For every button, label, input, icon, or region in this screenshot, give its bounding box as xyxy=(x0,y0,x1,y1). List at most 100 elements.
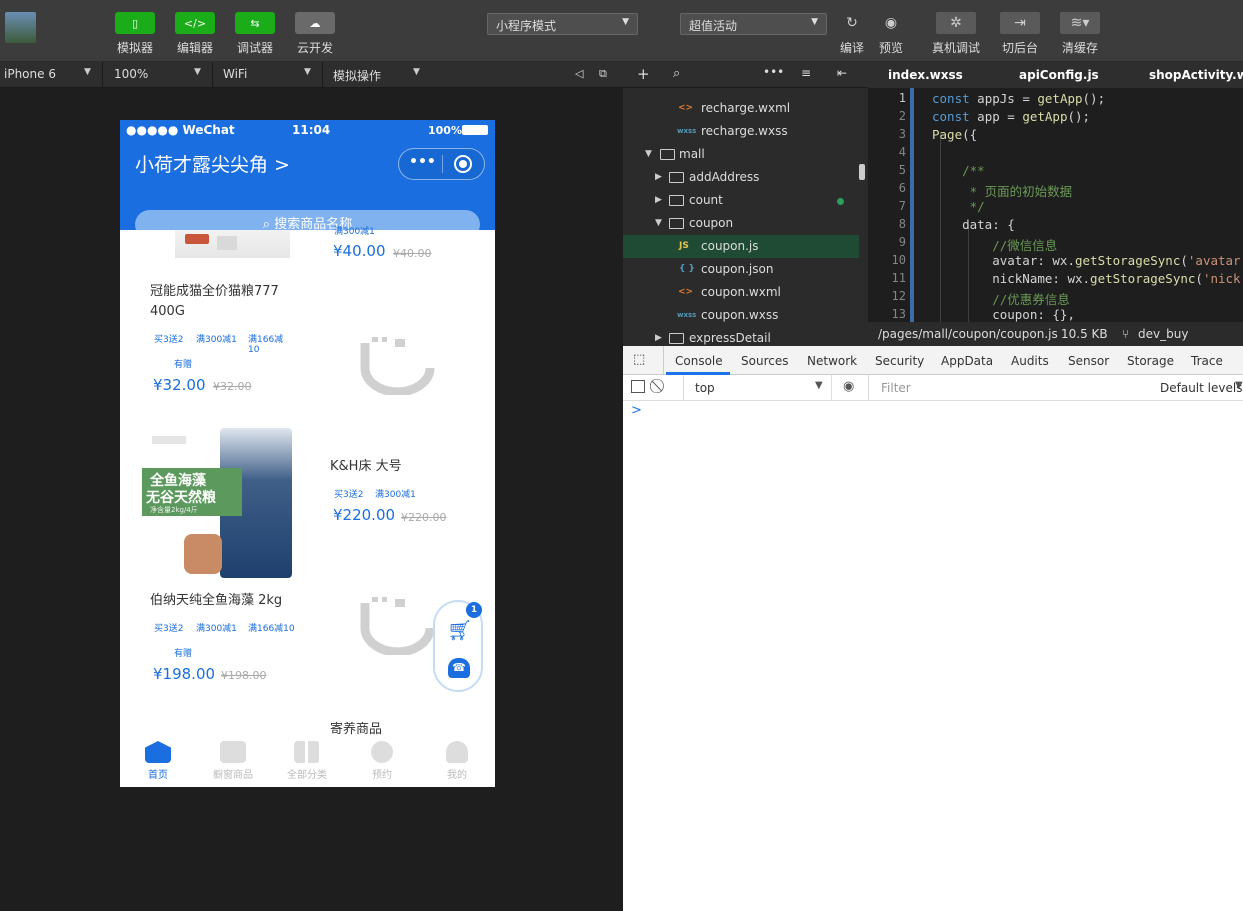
folder-icon xyxy=(669,333,684,344)
chevron-down-icon: ▼ xyxy=(304,67,311,77)
chevron-right-icon: ▶ xyxy=(655,195,662,205)
tree-folder-mall[interactable]: ▼ mall xyxy=(623,143,859,166)
folder-open-icon xyxy=(669,218,684,229)
battery-icon xyxy=(462,125,488,135)
compile-mode-select[interactable]: 超值活动 ▼ xyxy=(680,13,827,35)
device-select[interactable]: iPhone 6 xyxy=(4,67,56,81)
tab-storage[interactable]: Storage xyxy=(1127,354,1174,368)
clear-cache-button[interactable]: ≋▾ 清缓存 xyxy=(1060,12,1100,56)
filter-input[interactable]: Filter xyxy=(881,381,911,395)
product-name[interactable]: K&H床 大号 xyxy=(330,457,402,477)
json-file-icon: { } xyxy=(679,264,695,274)
promo-tag: 有赠 xyxy=(174,360,193,370)
sort-icon[interactable]: ≡ xyxy=(801,66,811,80)
wxss-file-icon: wxss xyxy=(677,311,697,319)
layers-icon: ≋▾ xyxy=(1060,12,1100,34)
tree-scrollbar[interactable] xyxy=(859,164,865,180)
chevron-down-icon: ▼ xyxy=(413,67,420,77)
tree-item-recharge-wxss[interactable]: wxss recharge.wxss xyxy=(623,120,859,143)
tab-categories[interactable]: 全部分类 xyxy=(277,741,337,781)
tab-apiconfig-js[interactable]: apiConfig.js xyxy=(1019,68,1099,82)
tab-booking[interactable]: 预约 xyxy=(352,741,412,781)
popout-icon[interactable]: ⧉ xyxy=(599,67,607,81)
tree-folder-count[interactable]: ▶ count xyxy=(623,189,859,212)
tab-bar: 首页 橱窗商品 全部分类 预约 我的 xyxy=(120,737,495,787)
user-icon xyxy=(446,741,468,763)
tree-folder-addaddress[interactable]: ▶ addAddress xyxy=(623,166,859,189)
devtools-tabs: ⬚ Console Sources Network Security AppDa… xyxy=(623,346,1243,375)
debug-icon: ⇆ xyxy=(235,12,275,34)
placeholder-image-icon xyxy=(360,335,435,397)
tab-home[interactable]: 首页 xyxy=(128,741,188,781)
remote-debug-button[interactable]: ✲ 真机调试 xyxy=(932,12,980,56)
sidebar-toggle-icon[interactable] xyxy=(631,380,645,393)
volume-icon[interactable]: ◁ xyxy=(575,67,583,80)
tree-item-coupon-js[interactable]: JS coupon.js xyxy=(623,235,859,258)
tab-shopactivity-wxs[interactable]: shopActivity.wxs xyxy=(1149,68,1243,82)
code-icon: </> xyxy=(175,12,215,34)
product-card[interactable]: 冠能成猫全价猫粮777 400G xyxy=(150,282,300,322)
wxml-file-icon: <> xyxy=(678,287,694,297)
tab-mine[interactable]: 我的 xyxy=(427,741,487,781)
tree-item-coupon-json[interactable]: { } coupon.json xyxy=(623,258,859,281)
editor-button[interactable]: </> 编辑器 xyxy=(174,12,216,56)
search-icon[interactable]: ⌕ xyxy=(673,66,680,81)
page-title[interactable]: 小荷才露尖尖角 > xyxy=(135,150,290,177)
context-select[interactable]: top xyxy=(695,381,715,395)
tab-audits[interactable]: Audits xyxy=(1011,354,1049,368)
promo-tag: 满166减10 xyxy=(248,624,295,634)
console-prompt[interactable]: > xyxy=(631,403,642,418)
tab-showcase[interactable]: 橱窗商品 xyxy=(203,741,263,781)
cloud-dev-button[interactable]: ☁ 云开发 xyxy=(294,12,336,56)
placeholder-image-icon xyxy=(360,595,435,657)
tree-folder-coupon[interactable]: ▼ coupon xyxy=(623,212,859,235)
promo-tag: 买3送2 xyxy=(154,624,184,634)
close-capsule-icon[interactable] xyxy=(454,155,472,173)
switch-icon: ⇥ xyxy=(1000,12,1040,34)
tab-security[interactable]: Security xyxy=(875,354,924,368)
add-icon[interactable]: + xyxy=(637,65,650,83)
more-icon[interactable]: ••• xyxy=(409,154,436,170)
cart-icon[interactable]: 🛒︎ xyxy=(447,618,472,642)
log-levels-select[interactable]: Default levels xyxy=(1160,381,1242,395)
tab-index-wxss[interactable]: index.wxss xyxy=(888,68,963,82)
tab-console[interactable]: Console xyxy=(675,354,723,368)
branch-icon: ⑂ xyxy=(1122,327,1130,341)
more-icon[interactable]: ••• xyxy=(763,65,784,79)
chevron-down-icon: ▼ xyxy=(811,17,818,27)
git-branch[interactable]: dev_buy xyxy=(1138,327,1188,341)
tree-item-coupon-wxss[interactable]: wxss coupon.wxss xyxy=(623,304,859,327)
promo-tag: 满300减1 xyxy=(196,335,237,345)
tab-sensor[interactable]: Sensor xyxy=(1068,354,1109,368)
promo-tag: 买3送2 xyxy=(154,335,184,345)
simulator-button[interactable]: ▯ 模拟器 xyxy=(114,12,156,56)
eye-icon[interactable]: ◉ xyxy=(843,379,854,394)
tree-item-coupon-wxml[interactable]: <> coupon.wxml xyxy=(623,281,859,304)
tree-item-recharge-wxml[interactable]: <> recharge.wxml xyxy=(623,97,859,120)
mode-select[interactable]: 小程序模式 ▼ xyxy=(487,13,638,35)
promo-tag: 满300减1 xyxy=(196,624,237,634)
preview-button[interactable]: ◉ 预览 xyxy=(871,12,911,56)
phone-call-icon[interactable]: ☎ xyxy=(448,658,470,678)
promo-tag: 满166减10 xyxy=(248,335,284,355)
background-button[interactable]: ⇥ 切后台 xyxy=(1000,12,1040,56)
project-avatar[interactable] xyxy=(5,12,36,43)
tab-sources[interactable]: Sources xyxy=(741,354,788,368)
clock-icon xyxy=(371,741,393,763)
collapse-icon[interactable]: ⇤ xyxy=(837,66,847,80)
product-name[interactable]: 伯纳天纯全鱼海藻 2kg xyxy=(150,591,282,611)
folder-open-icon xyxy=(660,149,675,160)
product-image xyxy=(175,230,290,258)
debugger-button[interactable]: ⇆ 调试器 xyxy=(234,12,276,56)
tab-appdata[interactable]: AppData xyxy=(941,354,993,368)
zoom-select[interactable]: 100% xyxy=(114,67,148,81)
code-editor[interactable]: 1 const appJs = getApp(); 2 const app = … xyxy=(868,88,1243,322)
inspect-icon[interactable]: ⬚ xyxy=(633,352,645,367)
folder-icon xyxy=(669,195,684,206)
tab-network[interactable]: Network xyxy=(807,354,857,368)
chevron-right-icon: ▶ xyxy=(655,172,662,182)
chevron-down-icon: ▼ xyxy=(815,380,823,391)
tab-trace[interactable]: Trace xyxy=(1191,354,1223,368)
network-select[interactable]: WiFi xyxy=(223,67,247,81)
operation-select[interactable]: 模拟操作 xyxy=(333,67,381,84)
